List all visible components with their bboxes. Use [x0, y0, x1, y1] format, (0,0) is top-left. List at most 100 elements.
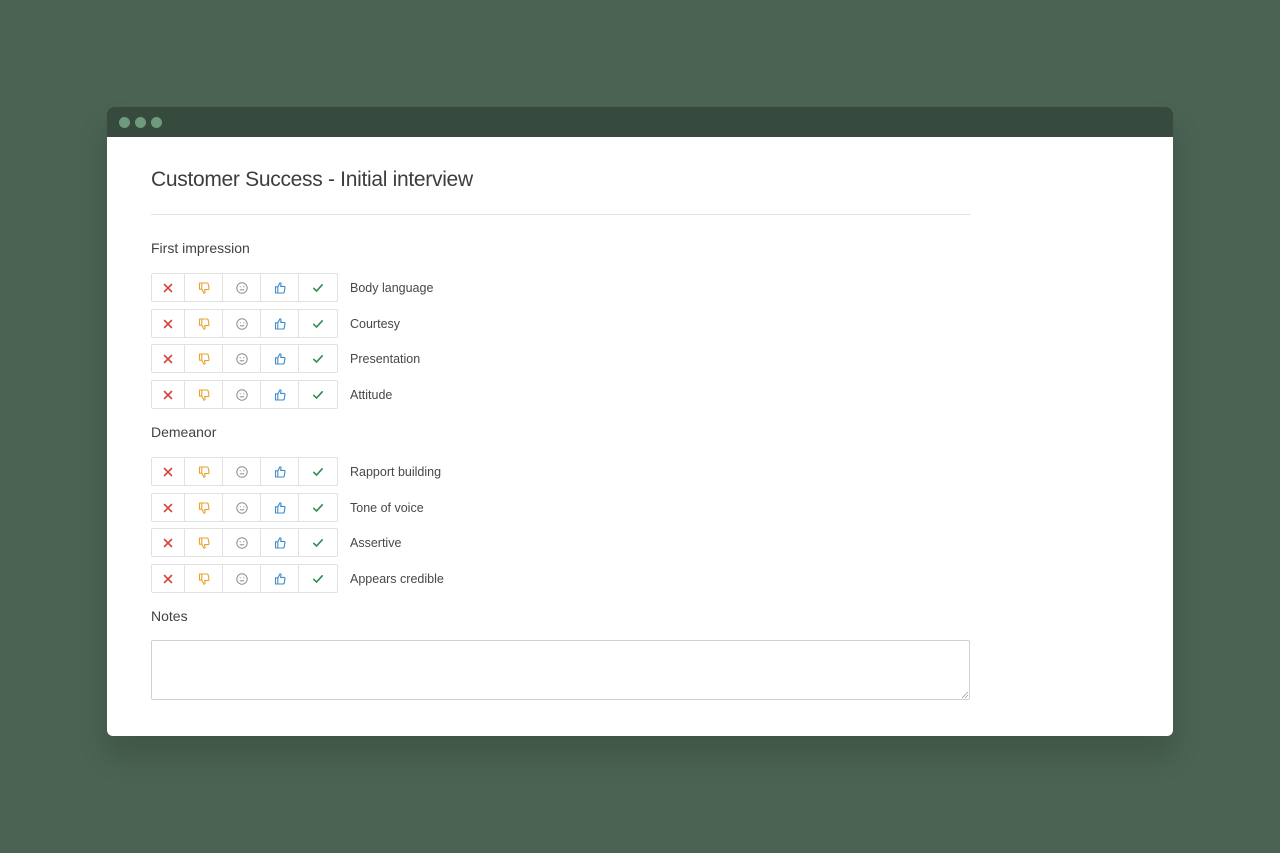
reject-button[interactable]	[152, 529, 185, 556]
rating-row: Attitude	[151, 380, 392, 409]
reject-button[interactable]	[152, 494, 185, 521]
section-first-impression: First impression	[151, 240, 250, 260]
rating-button-group	[151, 528, 338, 557]
cross-icon	[161, 501, 175, 515]
like-button[interactable]	[261, 345, 299, 372]
cross-icon	[161, 465, 175, 479]
neutral-face-icon	[235, 501, 249, 515]
rating-button-group	[151, 457, 338, 486]
criterion-label: Courtesy	[350, 316, 401, 331]
window-close-dot[interactable]	[119, 116, 130, 128]
thumbs-down-icon	[197, 501, 211, 515]
section-demeanor: Demeanor	[151, 424, 216, 444]
window-maximize-dot[interactable]	[151, 116, 162, 128]
thumbs-down-icon	[197, 388, 211, 402]
notes-heading: Notes	[151, 608, 188, 624]
page-title: Customer Success - Initial interview	[151, 168, 473, 191]
approve-button[interactable]	[299, 274, 337, 301]
reject-button[interactable]	[152, 381, 185, 408]
neutral-button[interactable]	[223, 529, 261, 556]
dislike-button[interactable]	[185, 310, 223, 337]
section-heading: First impression	[151, 240, 250, 256]
cross-icon	[161, 572, 175, 586]
like-button[interactable]	[261, 381, 299, 408]
dislike-button[interactable]	[185, 274, 223, 301]
approve-button[interactable]	[299, 381, 337, 408]
checkmark-icon	[311, 352, 325, 366]
title-divider	[151, 214, 970, 215]
neutral-button[interactable]	[223, 345, 261, 372]
like-button[interactable]	[261, 458, 299, 485]
reject-button[interactable]	[152, 565, 185, 592]
neutral-face-icon	[235, 281, 249, 295]
thumbs-up-icon	[273, 281, 287, 295]
rating-row: Rapport building	[151, 457, 441, 486]
dislike-button[interactable]	[185, 458, 223, 485]
thumbs-up-icon	[273, 536, 287, 550]
neutral-button[interactable]	[223, 274, 261, 301]
like-button[interactable]	[261, 274, 299, 301]
rating-row: Tone of voice	[151, 493, 424, 522]
criterion-label: Presentation	[350, 351, 421, 366]
checkmark-icon	[311, 501, 325, 515]
like-button[interactable]	[261, 310, 299, 337]
window-titlebar	[107, 107, 1173, 137]
neutral-button[interactable]	[223, 458, 261, 485]
dislike-button[interactable]	[185, 345, 223, 372]
thumbs-up-icon	[273, 465, 287, 479]
thumbs-up-icon	[273, 388, 287, 402]
reject-button[interactable]	[152, 345, 185, 372]
rating-row: Appears credible	[151, 564, 444, 593]
thumbs-down-icon	[197, 352, 211, 366]
approve-button[interactable]	[299, 529, 337, 556]
approve-button[interactable]	[299, 458, 337, 485]
cross-icon	[161, 281, 175, 295]
approve-button[interactable]	[299, 565, 337, 592]
dislike-button[interactable]	[185, 529, 223, 556]
reject-button[interactable]	[152, 310, 185, 337]
thumbs-up-icon	[273, 317, 287, 331]
reject-button[interactable]	[152, 274, 185, 301]
dislike-button[interactable]	[185, 565, 223, 592]
rating-button-group	[151, 309, 338, 338]
rating-row: Presentation	[151, 344, 420, 373]
neutral-button[interactable]	[223, 381, 261, 408]
neutral-button[interactable]	[223, 310, 261, 337]
thumbs-up-icon	[273, 572, 287, 586]
checkmark-icon	[311, 388, 325, 402]
checkmark-icon	[311, 536, 325, 550]
resize-grip-icon[interactable]	[961, 691, 969, 699]
neutral-button[interactable]	[223, 494, 261, 521]
like-button[interactable]	[261, 565, 299, 592]
notes-textarea[interactable]	[151, 640, 970, 700]
cross-icon	[161, 388, 175, 402]
rating-row: Courtesy	[151, 309, 400, 338]
cross-icon	[161, 317, 175, 331]
window-minimize-dot[interactable]	[135, 116, 146, 128]
approve-button[interactable]	[299, 345, 337, 372]
dislike-button[interactable]	[185, 494, 223, 521]
rating-button-group	[151, 493, 338, 522]
cross-icon	[161, 536, 175, 550]
rating-row: Assertive	[151, 528, 401, 557]
like-button[interactable]	[261, 529, 299, 556]
approve-button[interactable]	[299, 310, 337, 337]
cross-icon	[161, 352, 175, 366]
rating-row: Body language	[151, 273, 433, 302]
thumbs-down-icon	[197, 317, 211, 331]
neutral-face-icon	[235, 572, 249, 586]
rating-button-group	[151, 380, 338, 409]
neutral-face-icon	[235, 317, 249, 331]
checkmark-icon	[311, 317, 325, 331]
approve-button[interactable]	[299, 494, 337, 521]
neutral-face-icon	[235, 465, 249, 479]
rating-button-group	[151, 273, 338, 302]
criterion-label: Appears credible	[350, 571, 444, 586]
rating-button-group	[151, 564, 338, 593]
neutral-button[interactable]	[223, 565, 261, 592]
thumbs-down-icon	[197, 281, 211, 295]
dislike-button[interactable]	[185, 381, 223, 408]
criterion-label: Tone of voice	[350, 500, 424, 515]
like-button[interactable]	[261, 494, 299, 521]
reject-button[interactable]	[152, 458, 185, 485]
